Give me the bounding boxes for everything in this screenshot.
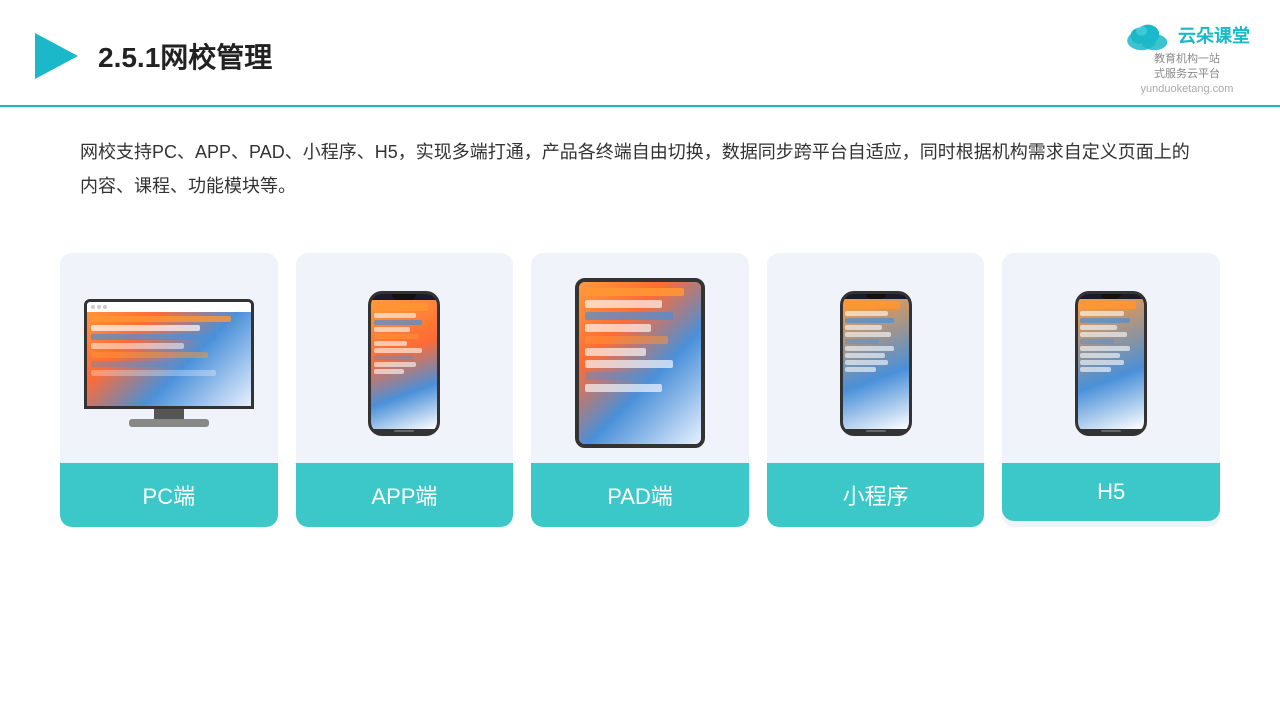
tablet-screen: [579, 282, 701, 444]
header: 2.5.1网校管理 云朵课堂 教育机构一站式服务云平台 yunduoketang…: [0, 0, 1280, 107]
card-pad-image: [531, 253, 749, 463]
brand-play-icon: [30, 31, 80, 81]
card-miniprogram-label: 小程序: [767, 463, 985, 527]
mini-phone-screen-h5: [1078, 299, 1144, 429]
brand-url: yunduoketang.com: [1141, 83, 1234, 95]
brand-area: 云朵课堂 教育机构一站式服务云平台 yunduoketang.com: [1124, 18, 1250, 95]
description-text: 网校支持PC、APP、PAD、小程序、H5，实现多端打通，产品各终端自由切换，数…: [0, 107, 1280, 213]
card-h5: H5: [1002, 253, 1220, 527]
pc-mockup: [84, 299, 254, 427]
card-miniprogram-image: [767, 253, 985, 463]
mini-phone-screen-miniprogram: [843, 299, 909, 429]
card-h5-image: [1002, 253, 1220, 463]
card-pc-label: PC端: [60, 463, 278, 527]
card-pc-image: [60, 253, 278, 463]
platform-cards: PC端: [0, 223, 1280, 527]
card-pad-label: PAD端: [531, 463, 749, 527]
card-miniprogram: 小程序: [767, 253, 985, 527]
card-pad: PAD端: [531, 253, 749, 527]
page-title: 2.5.1网校管理: [98, 36, 272, 76]
header-left: 2.5.1网校管理: [30, 31, 272, 81]
brand-logo: 云朵课堂: [1124, 18, 1250, 52]
pc-screen: [84, 299, 254, 409]
card-app-image: [296, 253, 514, 463]
tablet-mockup: [575, 278, 705, 448]
card-h5-label: H5: [1002, 463, 1220, 521]
phone-screen-app: [371, 300, 437, 429]
mini-phone-h5: [1075, 291, 1147, 436]
phone-mockup-app: [368, 291, 440, 436]
tablet-body: [575, 278, 705, 448]
card-app-label: APP端: [296, 463, 514, 527]
card-app: APP端: [296, 253, 514, 527]
phone-body-app: [368, 291, 440, 436]
card-pc: PC端: [60, 253, 278, 527]
brand-name: 云朵课堂: [1178, 22, 1250, 48]
brand-subtitle: 教育机构一站式服务云平台: [1154, 52, 1220, 83]
cloud-icon: [1124, 18, 1172, 52]
mini-phone-miniprogram: [840, 291, 912, 436]
